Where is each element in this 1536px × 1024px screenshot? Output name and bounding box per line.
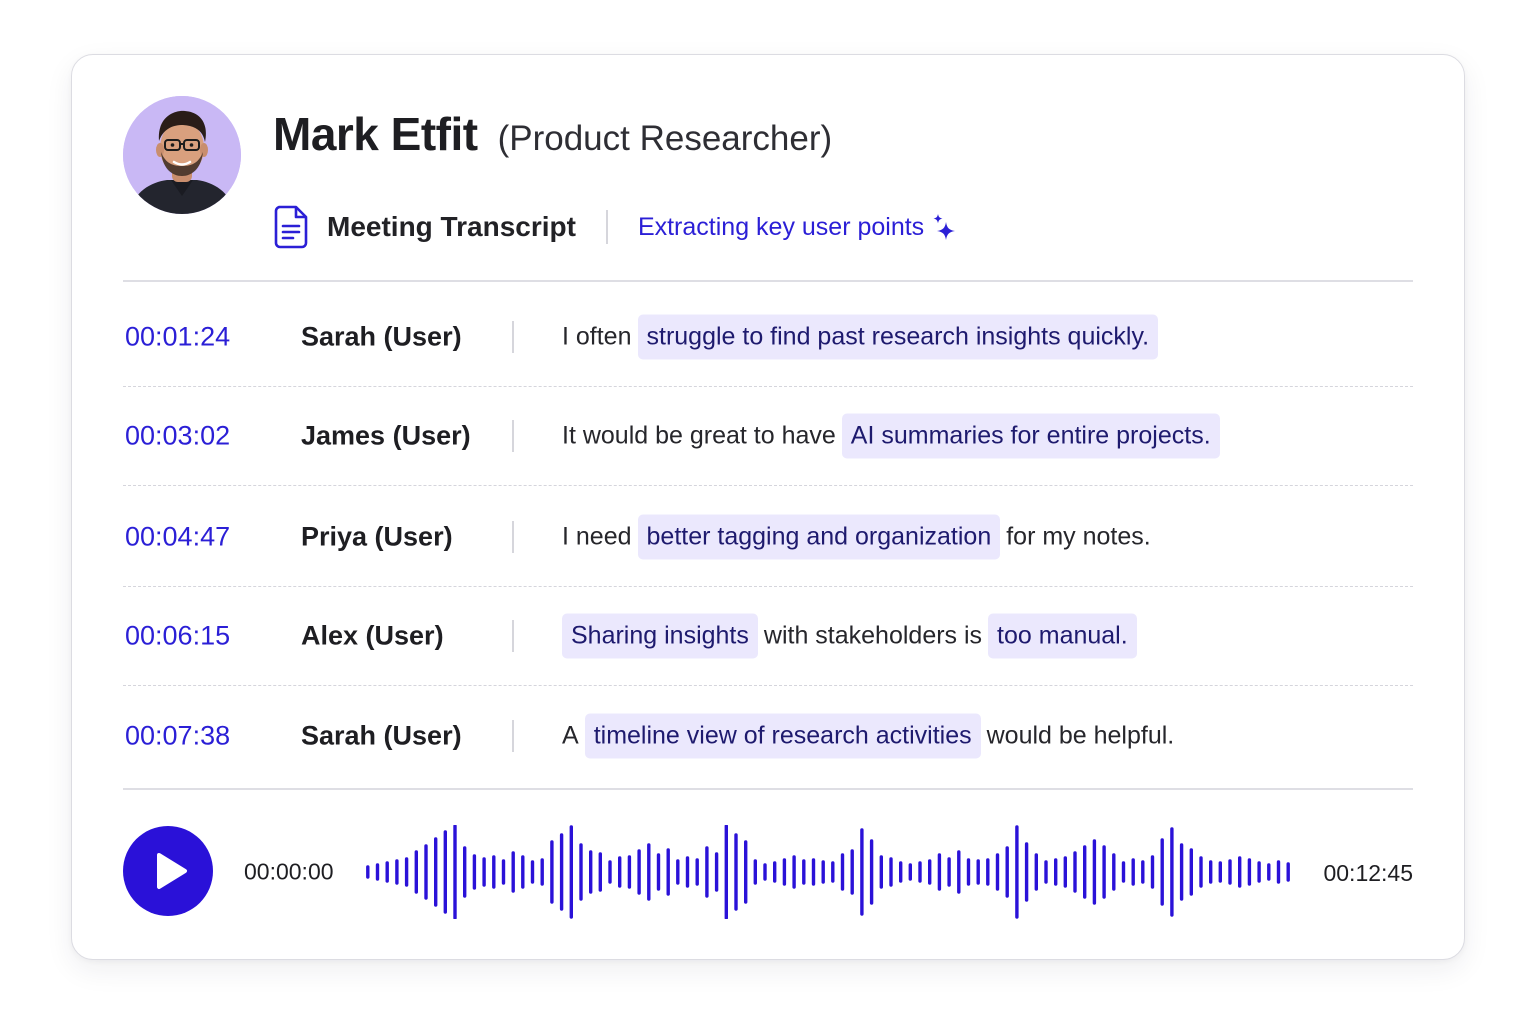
play-icon bbox=[157, 853, 187, 889]
extraction-status: Extracting key user points bbox=[637, 212, 925, 241]
timestamp-link[interactable]: 00:03:02 bbox=[125, 421, 230, 452]
quote-text: It would be great to have AI summaries fo… bbox=[562, 413, 1226, 459]
transcript-title: Meeting Transcript bbox=[327, 211, 576, 242]
timestamp-link[interactable]: 00:07:38 bbox=[125, 721, 230, 752]
transcript-card: Mark Etfit (Product Researcher) Meeting … bbox=[71, 54, 1465, 960]
key-point-highlight[interactable]: struggle to find past research insights … bbox=[637, 314, 1159, 360]
row-divider bbox=[512, 720, 514, 752]
audio-player: 00:00:00 00:12:45 bbox=[123, 825, 1413, 919]
quote-text: Sharing insights with stakeholders is too … bbox=[562, 613, 1143, 659]
transcript-row[interactable]: 00:06:15 Alex (User) Sharing insights with … bbox=[123, 586, 1413, 686]
quote-segment: I need bbox=[562, 522, 632, 551]
transcript-row[interactable]: 00:01:24 Sarah (User) I often struggle to f… bbox=[123, 287, 1413, 387]
quote-segment: A bbox=[562, 721, 579, 750]
current-time: 00:00:00 bbox=[244, 858, 334, 885]
player-divider-line bbox=[123, 788, 1413, 790]
transcript-row[interactable]: 00:07:38 Sarah (User) Atimeline view of re… bbox=[123, 686, 1413, 786]
timestamp-link[interactable]: 00:04:47 bbox=[125, 522, 230, 553]
person-avatar bbox=[123, 96, 241, 214]
play-button[interactable] bbox=[123, 826, 213, 916]
key-point-highlight[interactable]: AI summaries for entire projects. bbox=[841, 413, 1220, 459]
row-divider bbox=[512, 420, 514, 452]
key-point-highlight[interactable]: too manual. bbox=[988, 613, 1137, 659]
row-dashed-divider bbox=[123, 485, 1413, 486]
row-divider bbox=[512, 321, 514, 353]
speaker-name: Sarah (User) bbox=[301, 720, 462, 751]
header-divider-line bbox=[123, 280, 1413, 282]
quote-segment: I often bbox=[562, 322, 632, 351]
row-divider bbox=[512, 521, 514, 553]
timestamp-link[interactable]: 00:06:15 bbox=[125, 621, 230, 652]
quote-segment: for my notes. bbox=[1006, 522, 1151, 551]
header-name-row: Mark Etfit (Product Researcher) bbox=[273, 107, 832, 161]
avatar bbox=[123, 96, 241, 214]
speaker-name: Priya (User) bbox=[301, 521, 453, 552]
header-divider bbox=[605, 210, 608, 244]
speaker-name: Sarah (User) bbox=[301, 321, 462, 352]
transcript-row[interactable]: 00:04:47 Priya (User) I need better tagging… bbox=[123, 487, 1413, 587]
audio-waveform[interactable] bbox=[363, 825, 1293, 919]
row-divider bbox=[512, 620, 514, 652]
key-point-highlight[interactable]: better tagging and organization bbox=[637, 514, 1001, 560]
transcript-meta-row: Meeting Transcript Extracting key user p… bbox=[273, 203, 956, 251]
researcher-name: Mark Etfit bbox=[273, 108, 478, 160]
key-point-highlight[interactable]: Sharing insights bbox=[562, 613, 758, 659]
researcher-role: (Product Researcher) bbox=[497, 119, 833, 158]
quote-text: Atimeline view of research activities wou… bbox=[562, 713, 1175, 759]
duration: 00:12:45 bbox=[1323, 859, 1413, 886]
timestamp-link[interactable]: 00:01:24 bbox=[125, 322, 230, 353]
quote-segment: with stakeholders is bbox=[763, 621, 983, 650]
transcript-row[interactable]: 00:03:02 James (User) It would be great to… bbox=[123, 386, 1413, 486]
speaker-name: James (User) bbox=[301, 420, 471, 451]
quote-segment: would be helpful. bbox=[986, 721, 1175, 750]
quote-segment: It would be great to have bbox=[562, 421, 836, 450]
speaker-name: Alex (User) bbox=[301, 620, 444, 651]
quote-text: I need better tagging and organization for… bbox=[562, 514, 1151, 560]
key-point-highlight[interactable]: timeline view of research activities bbox=[584, 713, 981, 759]
document-icon bbox=[274, 205, 308, 249]
quote-text: I often struggle to find past research in… bbox=[562, 314, 1164, 360]
sparkle-icon bbox=[933, 214, 956, 240]
